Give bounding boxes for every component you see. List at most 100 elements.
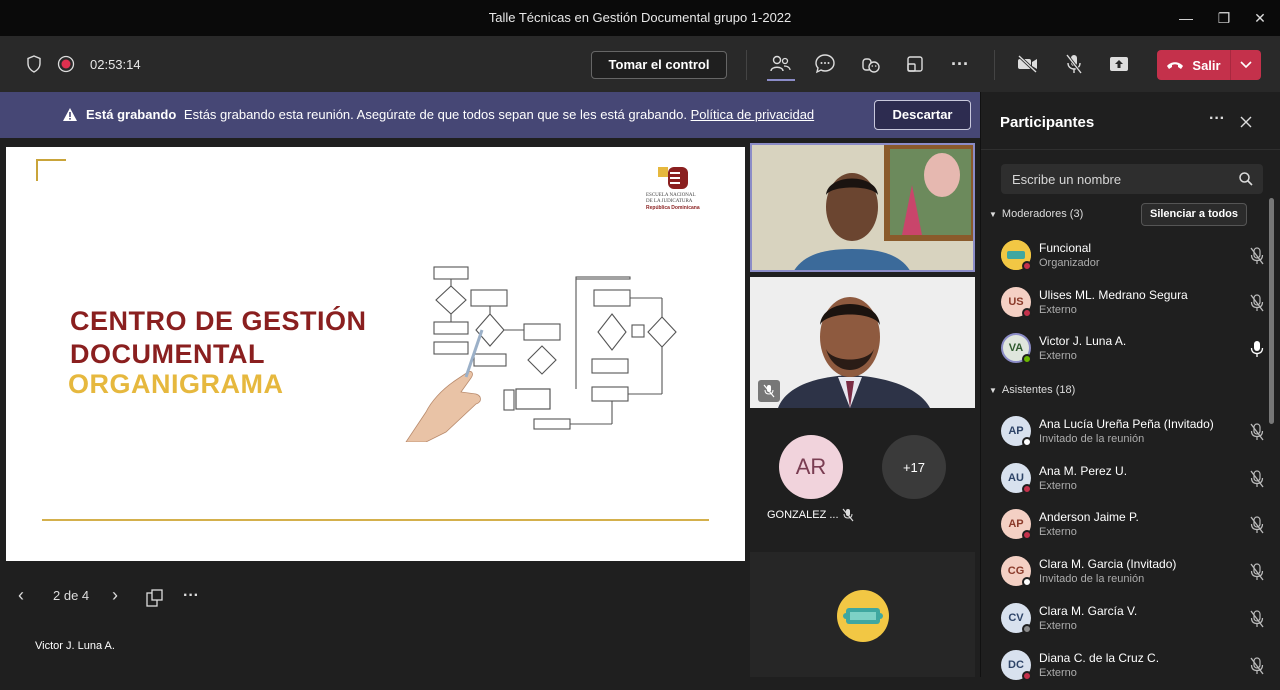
- logo-line3: República Dominicana: [646, 205, 700, 211]
- recording-text: Estás grabando esta reunión. Asegúrate d…: [183, 107, 687, 122]
- more-icon[interactable]: ···: [948, 52, 972, 76]
- participant-name: Ana M. Perez U.: [1039, 463, 1128, 478]
- mic-off-icon: [1250, 563, 1264, 581]
- caret-down-icon: ▼: [989, 209, 997, 219]
- slides-grid-icon[interactable]: [146, 589, 164, 607]
- slide-corner-decoration: [36, 159, 66, 181]
- meeting-toolbar: 02:53:14 Tomar el control ··· Salir: [0, 36, 1280, 92]
- participant-row[interactable]: US Ulises ML. Medrano Segura Externo: [1001, 286, 1264, 327]
- close-icon[interactable]: [1240, 116, 1252, 128]
- phone-icon: [1167, 62, 1184, 69]
- flowchart-illustration: [405, 266, 677, 442]
- leave-main[interactable]: Salir: [1157, 50, 1231, 80]
- more-participants-badge[interactable]: +17: [882, 435, 946, 499]
- window-title: Talle Técnicas en Gestión Documental gru…: [488, 10, 792, 25]
- participant-role: Organizador: [1039, 257, 1100, 269]
- recording-message: Está grabando Estás grabando esta reunió…: [80, 107, 814, 122]
- privacy-link[interactable]: Política de privacidad: [691, 107, 815, 122]
- next-slide-icon[interactable]: ›: [112, 585, 118, 606]
- moderators-label: Moderadores (3): [1001, 208, 1084, 220]
- funcional-avatar: [837, 590, 889, 642]
- leave-label: Salir: [1192, 57, 1221, 73]
- participant-row[interactable]: VA Victor J. Luna A. Externo: [1001, 333, 1264, 373]
- presence-status-icon: [1022, 577, 1032, 588]
- video-tile-participant[interactable]: [750, 277, 975, 408]
- active-tab-indicator: [767, 79, 795, 81]
- rooms-icon[interactable]: [903, 52, 927, 76]
- close-window-icon[interactable]: ✕: [1250, 8, 1270, 28]
- slide-rule: [42, 519, 709, 521]
- mic-on-icon: [1250, 341, 1264, 358]
- panel-divider: [981, 149, 1280, 150]
- mic-off-icon: [842, 508, 854, 522]
- recording-banner: Está grabando Estás grabando esta reunió…: [0, 92, 980, 138]
- presence-status-icon: [1022, 670, 1032, 681]
- attendees-section[interactable]: ▼ Asistentes (18): [989, 384, 1075, 396]
- toolbar-divider: [746, 50, 747, 80]
- presence-status-icon: [1022, 437, 1032, 447]
- tile-name-gonzalez: GONZALEZ ...: [767, 509, 839, 521]
- chevron-down-icon[interactable]: [1231, 50, 1261, 80]
- slide-title: CENTRO DE GESTIÓN DOCUMENTAL: [70, 305, 367, 371]
- presentation-more-icon[interactable]: ···: [183, 587, 199, 605]
- panel-scrollbar[interactable]: [1269, 198, 1274, 424]
- video-tile-funcional[interactable]: [750, 552, 975, 677]
- participant-row[interactable]: AU Ana M. Perez U. Externo: [1001, 462, 1264, 503]
- record-icon: [54, 52, 78, 76]
- presence-status-icon: [1022, 261, 1032, 271]
- logo-text: ESCUELA NACIONAL DE LA JUDICATURA Repúbl…: [646, 193, 710, 212]
- presence-status-icon: [1022, 307, 1032, 318]
- take-control-button[interactable]: Tomar el control: [591, 51, 727, 79]
- muted-badge: [758, 380, 780, 402]
- participants-title: Participantes: [1000, 114, 1095, 131]
- panel-more-icon[interactable]: ···: [1209, 110, 1225, 128]
- reactions-icon[interactable]: [858, 52, 882, 76]
- participant-name: Ana Lucía Ureña Peña (Invitado): [1039, 417, 1214, 431]
- camera-off-icon[interactable]: [1016, 52, 1040, 76]
- recording-strong: Está grabando: [86, 107, 177, 122]
- participant-row[interactable]: DC Diana C. de la Cruz C. Externo: [1001, 649, 1264, 690]
- participant-role: Externo: [1039, 350, 1077, 363]
- participant-role: Invitado de la reunión: [1039, 573, 1145, 586]
- presence-status-icon: [1022, 530, 1032, 541]
- video-tile-speaker[interactable]: [750, 143, 975, 272]
- participant-name: Anderson Jaime P.: [1039, 510, 1139, 525]
- meeting-stage: ESCUELA NACIONAL DE LA JUDICATURA Repúbl…: [0, 138, 980, 677]
- logo-mark: [658, 167, 688, 189]
- participant-row[interactable]: CG Clara M. Garcia (Invitado) Invitado de …: [1001, 556, 1264, 596]
- participant-row[interactable]: CV Clara M. García V. Externo: [1001, 602, 1264, 643]
- prev-slide-icon[interactable]: ‹: [18, 585, 24, 606]
- leave-button[interactable]: Salir: [1157, 50, 1261, 80]
- participant-role: Externo: [1039, 619, 1077, 632]
- chat-icon[interactable]: [813, 52, 837, 76]
- caret-down-icon: ▼: [989, 385, 997, 395]
- participant-row[interactable]: AP Ana Lucía Ureña Peña (Invitado) Invitad…: [1001, 416, 1264, 456]
- people-icon[interactable]: [768, 52, 792, 76]
- minimize-icon[interactable]: —: [1176, 8, 1196, 28]
- search-placeholder: Escribe un nombre: [1012, 172, 1122, 187]
- meeting-timer: 02:53:14: [90, 57, 141, 72]
- avatar-ar[interactable]: AR: [779, 435, 843, 499]
- slide-subtitle: ORGANIGRAMA: [68, 369, 284, 399]
- share-icon[interactable]: [1107, 52, 1131, 76]
- moderators-section[interactable]: ▼ Moderadores (3): [989, 208, 1083, 220]
- participant-row[interactable]: AP Anderson Jaime P. Externo: [1001, 509, 1264, 549]
- speaker-video: [752, 145, 973, 270]
- search-input[interactable]: Escribe un nombre: [1001, 164, 1263, 194]
- mic-off-icon: [763, 384, 775, 398]
- maximize-icon[interactable]: ❐: [1214, 8, 1234, 28]
- participant-name: Ulises ML. Medrano Segura: [1039, 287, 1188, 302]
- participant-name: Victor J. Luna A.: [1039, 334, 1127, 349]
- participant-name: Diana C. de la Cruz C.: [1039, 650, 1160, 665]
- slide-title-line2: DOCUMENTAL: [70, 339, 265, 369]
- mute-all-button[interactable]: Silenciar a todos: [1141, 203, 1247, 226]
- mic-off-icon[interactable]: [1062, 52, 1086, 76]
- mic-off-icon: [1250, 294, 1264, 312]
- participant-row[interactable]: Funcional Organizador: [1001, 240, 1264, 280]
- school-logo: ESCUELA NACIONAL DE LA JUDICATURA Repúbl…: [646, 167, 710, 217]
- participant-name: Clara M. García V.: [1039, 603, 1138, 618]
- dismiss-button[interactable]: Descartar: [874, 100, 971, 130]
- participant-name: Clara M. Garcia (Invitado): [1039, 557, 1177, 572]
- title-bar: Talle Técnicas en Gestión Documental gru…: [0, 0, 1280, 36]
- shield-icon[interactable]: [22, 52, 46, 76]
